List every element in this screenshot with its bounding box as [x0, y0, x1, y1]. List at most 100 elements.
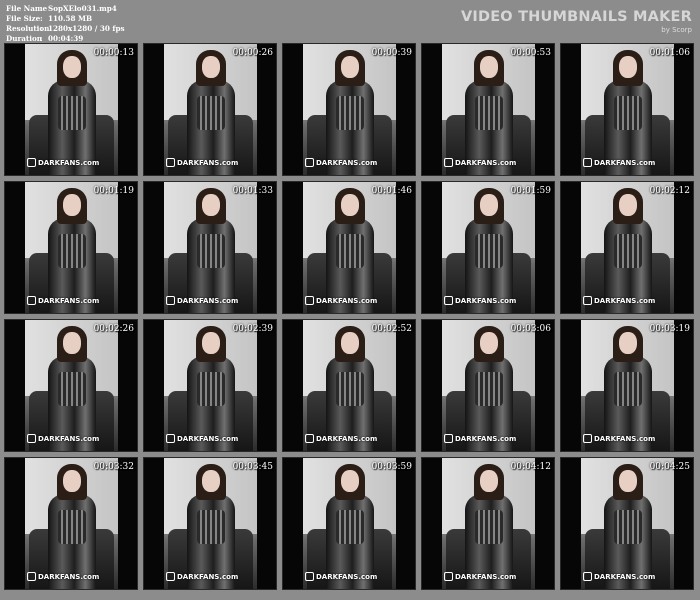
watermark-logo: DARKFANS.com: [166, 434, 238, 443]
video-frame-image: [442, 320, 535, 451]
logo-icon: [444, 434, 453, 443]
video-frame-image: [303, 44, 396, 175]
watermark-text: DARKFANS.com: [316, 158, 378, 167]
file-size-row: File Size : 110.58 MB: [6, 14, 125, 24]
video-frame-image: [164, 320, 257, 451]
video-thumbnail[interactable]: 00:01:19 DARKFANS.com: [4, 181, 138, 314]
logo-icon: [27, 572, 36, 581]
logo-icon: [166, 572, 175, 581]
logo-icon: [583, 434, 592, 443]
video-frame-image: [25, 44, 118, 175]
watermark-text: DARKFANS.com: [455, 296, 517, 305]
timestamp-label: 00:01:59: [510, 186, 551, 196]
timestamp-label: 00:02:52: [371, 324, 412, 334]
video-thumbnail[interactable]: 00:01:46 DARKFANS.com: [282, 181, 416, 314]
timestamp-label: 00:00:39: [371, 48, 412, 58]
video-frame-image: [303, 320, 396, 451]
logo-icon: [305, 158, 314, 167]
watermark-text: DARKFANS.com: [455, 572, 517, 581]
timestamp-label: 00:03:32: [93, 462, 134, 472]
logo-icon: [305, 434, 314, 443]
video-frame-image: [581, 182, 674, 313]
file-size-label: File Size: [6, 14, 41, 23]
watermark-text: DARKFANS.com: [316, 296, 378, 305]
video-thumbnail[interactable]: 00:00:53 DARKFANS.com: [421, 43, 555, 176]
video-frame-image: [303, 458, 396, 589]
logo-icon: [166, 158, 175, 167]
timestamp-label: 00:00:26: [232, 48, 273, 58]
timestamp-label: 00:00:13: [93, 48, 134, 58]
timestamp-label: 00:02:26: [93, 324, 134, 334]
watermark-text: DARKFANS.com: [177, 158, 239, 167]
video-thumbnail[interactable]: 00:03:45 DARKFANS.com: [143, 457, 277, 590]
video-thumbnail[interactable]: 00:03:19 DARKFANS.com: [560, 319, 694, 452]
watermark-logo: DARKFANS.com: [27, 158, 99, 167]
video-thumbnail[interactable]: 00:04:12 DARKFANS.com: [421, 457, 555, 590]
watermark-logo: DARKFANS.com: [583, 572, 655, 581]
logo-icon: [305, 296, 314, 305]
timestamp-label: 00:03:19: [649, 324, 690, 334]
video-thumbnail[interactable]: 00:02:26 DARKFANS.com: [4, 319, 138, 452]
video-thumbnail[interactable]: 00:03:06 DARKFANS.com: [421, 319, 555, 452]
video-thumbnail[interactable]: 00:03:32 DARKFANS.com: [4, 457, 138, 590]
watermark-text: DARKFANS.com: [177, 572, 239, 581]
timestamp-label: 00:01:19: [93, 186, 134, 196]
video-thumbnail[interactable]: 00:00:13 DARKFANS.com: [4, 43, 138, 176]
watermark-logo: DARKFANS.com: [166, 296, 238, 305]
video-thumbnail[interactable]: 00:03:59 DARKFANS.com: [282, 457, 416, 590]
timestamp-label: 00:03:59: [371, 462, 412, 472]
logo-icon: [27, 158, 36, 167]
logo-icon: [583, 158, 592, 167]
watermark-text: DARKFANS.com: [594, 572, 656, 581]
resolution-label: Resolution: [6, 24, 50, 33]
watermark-logo: DARKFANS.com: [305, 296, 377, 305]
separator: :: [40, 24, 43, 33]
video-thumbnail[interactable]: 00:00:26 DARKFANS.com: [143, 43, 277, 176]
video-thumbnail[interactable]: 00:01:06 DARKFANS.com: [560, 43, 694, 176]
watermark-text: DARKFANS.com: [455, 158, 517, 167]
video-frame-image: [164, 182, 257, 313]
separator: :: [40, 4, 43, 13]
watermark-logo: DARKFANS.com: [305, 434, 377, 443]
separator: :: [40, 14, 43, 23]
video-thumbnail[interactable]: 00:04:25 DARKFANS.com: [560, 457, 694, 590]
timestamp-label: 00:02:39: [232, 324, 273, 334]
video-frame-image: [581, 458, 674, 589]
brand-title: VIDEO THUMBNAILS MAKER: [460, 9, 692, 25]
watermark-logo: DARKFANS.com: [27, 572, 99, 581]
video-thumbnail[interactable]: 00:01:33 DARKFANS.com: [143, 181, 277, 314]
watermark-text: DARKFANS.com: [38, 572, 100, 581]
timestamp-label: 00:01:46: [371, 186, 412, 196]
timestamp-label: 00:03:45: [232, 462, 273, 472]
watermark-text: DARKFANS.com: [177, 434, 239, 443]
video-thumbnail[interactable]: 00:02:39 DARKFANS.com: [143, 319, 277, 452]
video-thumbnail[interactable]: 00:01:59 DARKFANS.com: [421, 181, 555, 314]
logo-icon: [166, 296, 175, 305]
file-size-value: 110.58 MB: [48, 14, 93, 23]
video-frame-image: [164, 44, 257, 175]
timestamp-label: 00:03:06: [510, 324, 551, 334]
video-thumbnail[interactable]: 00:02:52 DARKFANS.com: [282, 319, 416, 452]
watermark-logo: DARKFANS.com: [444, 296, 516, 305]
video-frame-image: [25, 182, 118, 313]
resolution-row: Resolution : 1280x1280 / 30 fps: [6, 24, 125, 34]
timestamp-label: 00:02:12: [649, 186, 690, 196]
watermark-text: DARKFANS.com: [316, 572, 378, 581]
logo-icon: [583, 296, 592, 305]
video-thumbnail[interactable]: 00:02:12 DARKFANS.com: [560, 181, 694, 314]
timestamp-label: 00:00:53: [510, 48, 551, 58]
watermark-text: DARKFANS.com: [594, 434, 656, 443]
watermark-logo: DARKFANS.com: [27, 296, 99, 305]
brand-subtitle: by Scorp: [661, 26, 692, 34]
video-frame-image: [442, 44, 535, 175]
watermark-logo: DARKFANS.com: [583, 296, 655, 305]
logo-icon: [583, 572, 592, 581]
video-frame-image: [581, 320, 674, 451]
thumbnail-grid: 00:00:13 DARKFANS.com 00:00:26 DARKFANS.com…: [4, 43, 694, 590]
video-frame-image: [303, 182, 396, 313]
video-thumbnail[interactable]: 00:00:39 DARKFANS.com: [282, 43, 416, 176]
logo-icon: [27, 434, 36, 443]
timestamp-label: 00:01:06: [649, 48, 690, 58]
watermark-text: DARKFANS.com: [38, 296, 100, 305]
watermark-text: DARKFANS.com: [38, 434, 100, 443]
